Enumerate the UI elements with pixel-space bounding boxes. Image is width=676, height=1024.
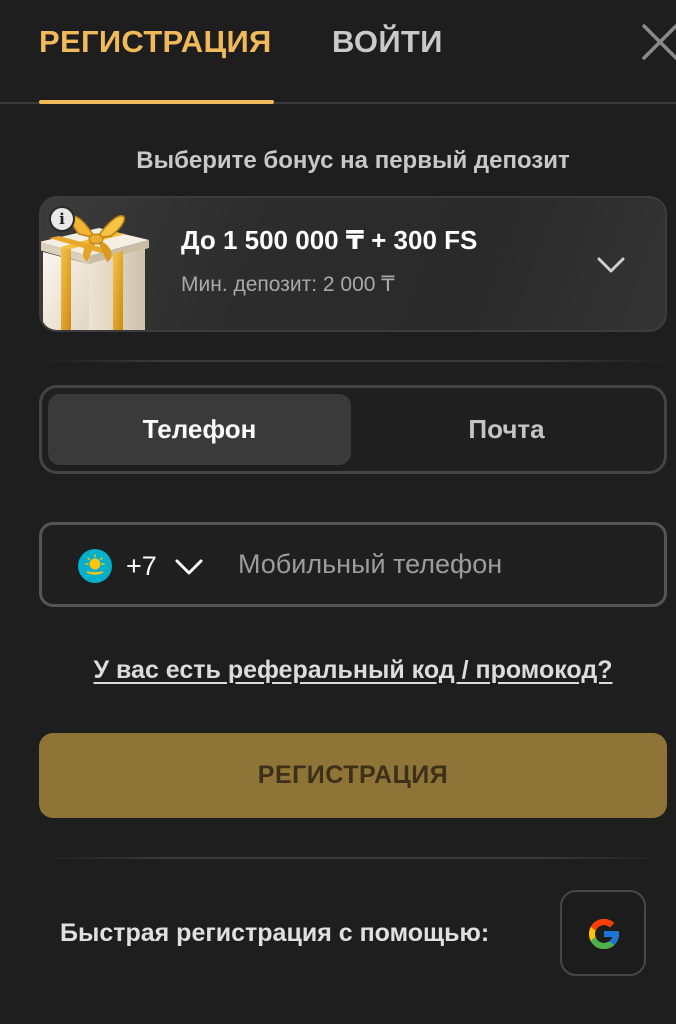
quick-register-label: Быстрая регистрация с помощью: bbox=[60, 919, 490, 947]
bonus-selector[interactable]: i До 1 500 000 ₸ + 300 FS Мин. депозит: … bbox=[39, 196, 667, 332]
google-signin-button[interactable] bbox=[560, 890, 646, 976]
close-button[interactable] bbox=[640, 22, 676, 62]
chevron-down-icon bbox=[597, 257, 625, 273]
promo-code-link[interactable]: У вас есть реферальный код / промокод? bbox=[0, 652, 676, 688]
divider bbox=[39, 857, 667, 859]
switch-phone[interactable]: Телефон bbox=[48, 394, 351, 465]
chevron-down-icon[interactable] bbox=[174, 552, 204, 582]
kazakhstan-flag-icon[interactable] bbox=[78, 549, 112, 583]
phone-input[interactable] bbox=[238, 539, 648, 589]
register-button[interactable]: РЕГИСТРАЦИЯ bbox=[39, 733, 667, 818]
tab-login[interactable]: ВОЙТИ bbox=[332, 22, 443, 62]
tab-register[interactable]: РЕГИСТРАЦИЯ bbox=[39, 22, 272, 62]
bonus-heading: Выберите бонус на первый депозит bbox=[136, 147, 570, 174]
bonus-title: До 1 500 000 ₸ + 300 FS bbox=[181, 225, 478, 255]
switch-email[interactable]: Почта bbox=[355, 394, 658, 465]
close-icon bbox=[642, 24, 676, 60]
bonus-min-deposit: Мин. депозит: 2 000 ₸ bbox=[181, 273, 395, 296]
google-icon bbox=[589, 919, 619, 949]
phone-field: +7 bbox=[39, 522, 667, 607]
country-code[interactable]: +7 bbox=[126, 547, 157, 585]
method-switch: Телефон Почта bbox=[39, 385, 667, 474]
auth-tabs: РЕГИСТРАЦИЯ ВОЙТИ bbox=[0, 0, 676, 104]
info-icon[interactable]: i bbox=[49, 206, 75, 232]
active-tab-indicator bbox=[39, 100, 274, 104]
divider bbox=[39, 360, 667, 362]
